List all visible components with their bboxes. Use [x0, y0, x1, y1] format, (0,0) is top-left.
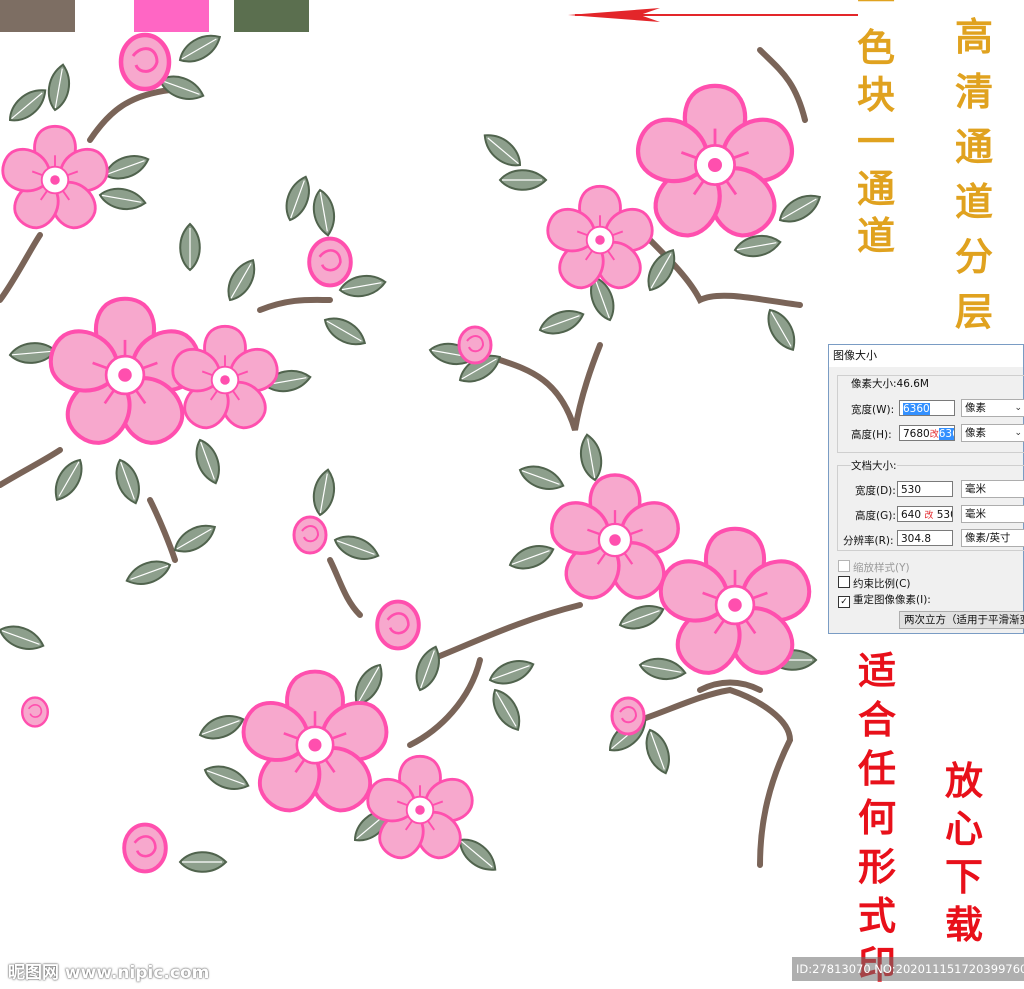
doc-height-old-value: 640 [901, 509, 922, 521]
resolution-input[interactable]: 304.8 [897, 530, 953, 546]
doc-height-input[interactable]: 640 改 530 [897, 506, 953, 522]
resample-method-value: 两次立方（适用于平滑渐变 [904, 614, 1024, 626]
doc-width-unit-select[interactable]: 毫米 [961, 480, 1024, 498]
width-input[interactable]: 6360 [899, 400, 955, 416]
height-old-value: 7680 [903, 428, 930, 440]
height-value: 6360 [938, 428, 954, 440]
promo-char: 形 [858, 844, 897, 889]
nipic-watermark-logo: 昵图网 www.nipic.com [8, 963, 210, 983]
doc-width-value: 530 [901, 484, 922, 496]
scale-styles-checkbox[interactable]: 缩放样式(Y) [838, 560, 910, 575]
doc-width-input[interactable]: 530 [897, 481, 953, 497]
promo-char: 放 [945, 758, 984, 803]
promo-char: 一 [857, 119, 896, 164]
width-label: 宽度(W): [851, 404, 895, 416]
height-unit-value: 像素 [965, 427, 986, 439]
width-unit-select[interactable]: 像素 ⌄ [961, 399, 1024, 417]
promo-char: 何 [858, 795, 897, 840]
doc-height-label: 高度(G): [855, 510, 896, 522]
constrain-proportions-checkbox[interactable]: 约束比例(C) [838, 576, 911, 591]
promo-char: 分 [955, 234, 994, 279]
doc-width-label: 宽度(D): [855, 485, 896, 497]
height-label: 高度(H): [851, 429, 892, 441]
doc-height-unit-select[interactable]: 毫米 [961, 505, 1024, 523]
doc-width-unit-value: 毫米 [965, 483, 986, 495]
resample-image-label: 重定图像像素(I): [853, 594, 931, 606]
image-size-dialog: 图像大小 像素大小:46.6M 宽度(W): 6360 像素 ⌄ 高度(H): 7… [828, 344, 1024, 634]
height-unit-select[interactable]: 像素 ⌄ [961, 424, 1024, 442]
doc-height-value: 530 [936, 509, 952, 521]
resample-image-checkbox[interactable]: ✓ 重定图像像素(I): [838, 592, 931, 608]
chevron-down-icon: ⌄ [1014, 403, 1022, 413]
resample-method-select[interactable]: 两次立方（适用于平滑渐变 [899, 611, 1024, 629]
promo-char: 通 [857, 166, 896, 211]
resolution-value: 304.8 [901, 533, 932, 545]
height-input[interactable]: 7680改6360 [899, 425, 955, 441]
image-id-watermark: ID:27813070 NO:20201115172039976031 [792, 957, 1024, 981]
promo-char: 色 [857, 25, 896, 70]
document-size-label: 文档大小: [851, 458, 897, 473]
promo-char: 任 [858, 746, 897, 791]
promo-text-hd-channels: 高 清 通 道 分 层 [955, 18, 993, 331]
promo-char: 清 [955, 69, 994, 114]
promo-text-one-color-one-channel: 一 色 块 一 通 道 [857, 0, 895, 255]
chevron-down-icon: ⌄ [1014, 428, 1022, 438]
doc-height-unit-value: 毫米 [965, 508, 986, 520]
checkmark-icon: ✓ [838, 596, 850, 608]
resolution-label: 分辨率(R): [843, 535, 894, 547]
promo-char: 式 [858, 893, 897, 938]
promo-text-any-print: 适 合 任 何 形 式 印 [858, 652, 896, 984]
promo-char: 心 [945, 806, 984, 851]
constrain-proportions-label: 约束比例(C) [853, 578, 911, 590]
resolution-unit-value: 像素/英寸 [965, 532, 1011, 544]
dialog-title: 图像大小 [829, 345, 1023, 367]
promo-char: 下 [945, 854, 984, 899]
promo-char: 块 [857, 72, 896, 117]
width-unit-value: 像素 [965, 402, 986, 414]
promo-char: 适 [858, 648, 897, 693]
promo-char: 载 [945, 902, 984, 947]
checkbox-box [838, 576, 850, 588]
promo-char: 层 [955, 289, 994, 334]
resolution-unit-select[interactable]: 像素/英寸 [961, 529, 1024, 547]
promo-char: 通 [955, 124, 994, 169]
promo-char: 一 [857, 0, 896, 23]
promo-char: 道 [955, 179, 994, 224]
width-value: 6360 [903, 403, 930, 415]
promo-text-safe-download: 放 心 下 载 [945, 762, 983, 944]
promo-char: 合 [858, 697, 897, 742]
promo-char: 道 [857, 213, 896, 258]
doc-height-edit-mark: 改 [924, 511, 934, 521]
promo-char: 高 [955, 14, 994, 59]
height-edit-mark: 改 [929, 430, 939, 440]
scale-styles-label: 缩放样式(Y) [853, 562, 910, 574]
checkbox-box [838, 560, 850, 572]
pixel-size-label: 像素大小:46.6M [851, 376, 929, 391]
